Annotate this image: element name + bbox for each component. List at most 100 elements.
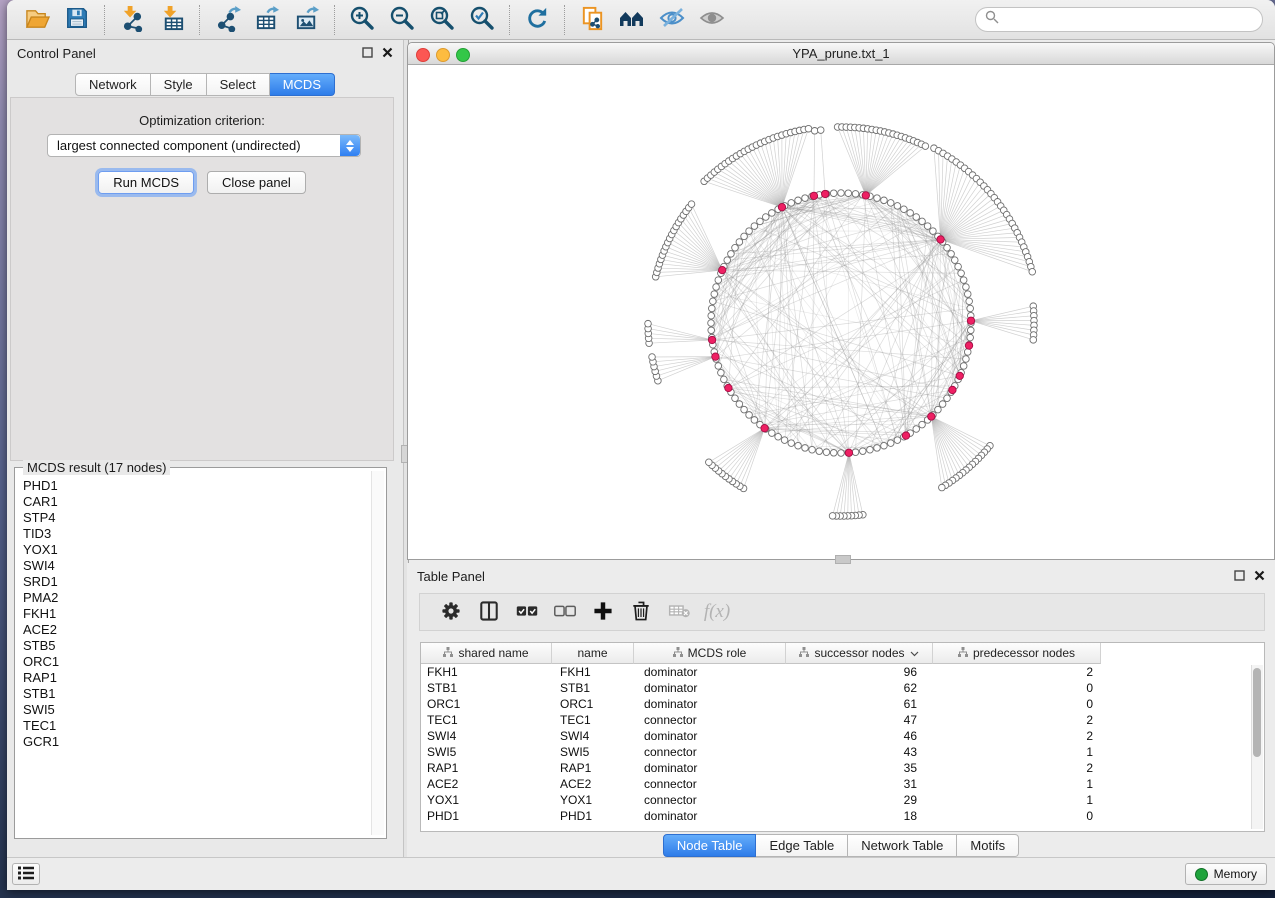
table-cell[interactable]: ORC1 <box>421 696 552 712</box>
graph-node[interactable] <box>805 125 812 132</box>
zoom-selected-button[interactable] <box>462 3 502 37</box>
graph-node[interactable] <box>721 376 728 383</box>
graph-node[interactable] <box>817 127 824 134</box>
table-cell[interactable]: dominator <box>634 728 786 744</box>
column-header-shared-name[interactable]: shared name <box>421 643 552 664</box>
graph-node[interactable] <box>795 442 802 449</box>
graph-node[interactable] <box>732 244 739 251</box>
column-header-name[interactable]: name <box>552 643 634 664</box>
graph-node[interactable] <box>867 446 874 453</box>
graph-node[interactable] <box>852 191 859 198</box>
graph-node[interactable] <box>829 513 836 520</box>
table-cell[interactable]: connector <box>634 776 786 792</box>
table-cell[interactable]: 35 <box>786 760 933 776</box>
zoom-in-button[interactable] <box>342 3 382 37</box>
graph-node[interactable] <box>688 201 695 208</box>
table-cell[interactable]: STB1 <box>421 680 552 696</box>
mcds-hub-node[interactable] <box>862 192 869 199</box>
close-panel-button[interactable]: Close panel <box>207 171 306 194</box>
export-network-button[interactable] <box>207 3 247 37</box>
delete-table-button[interactable] <box>660 596 698 628</box>
graph-node[interactable] <box>802 195 809 202</box>
tab-select[interactable]: Select <box>207 73 270 96</box>
network-canvas[interactable] <box>408 64 1274 559</box>
table-cell[interactable]: RAP1 <box>552 760 634 776</box>
tab-node-table[interactable]: Node Table <box>663 834 757 857</box>
mcds-hub-node[interactable] <box>725 384 732 391</box>
graph-node[interactable] <box>939 401 946 408</box>
graph-node[interactable] <box>967 305 974 312</box>
table-cell[interactable]: 96 <box>786 664 933 680</box>
tab-style[interactable]: Style <box>151 73 207 96</box>
delete-column-button[interactable] <box>622 596 660 628</box>
graph-node[interactable] <box>964 291 971 298</box>
graph-node[interactable] <box>709 305 716 312</box>
table-cell[interactable]: SWI5 <box>552 744 634 760</box>
graph-node[interactable] <box>788 200 795 207</box>
mcds-result-item[interactable]: YOX1 <box>23 542 371 558</box>
graph-node[interactable] <box>741 406 748 413</box>
graph-node[interactable] <box>964 349 971 356</box>
memory-button[interactable]: Memory <box>1185 863 1267 885</box>
optimization-criterion-select[interactable]: largest connected component (undirected) <box>47 134 361 157</box>
mcds-result-item[interactable]: SRD1 <box>23 574 371 590</box>
mcds-result-item[interactable]: ACE2 <box>23 622 371 638</box>
search-input[interactable] <box>1005 11 1262 28</box>
column-header-predecessor-nodes[interactable]: predecessor nodes <box>933 643 1101 664</box>
column-layout-button[interactable] <box>470 596 508 628</box>
table-cell[interactable]: dominator <box>634 760 786 776</box>
table-row[interactable]: RAP1RAP1dominator352 <box>421 760 1264 776</box>
graph-node[interactable] <box>1029 268 1036 275</box>
graph-node[interactable] <box>649 354 656 361</box>
mcds-result-item[interactable]: PHD1 <box>23 478 371 494</box>
table-cell[interactable]: dominator <box>634 680 786 696</box>
graph-node[interactable] <box>711 291 718 298</box>
graph-node[interactable] <box>795 197 802 204</box>
graph-node[interactable] <box>845 190 852 197</box>
zoom-fit-button[interactable] <box>422 3 462 37</box>
graph-node[interactable] <box>922 143 929 150</box>
table-cell[interactable]: 46 <box>786 728 933 744</box>
graph-node[interactable] <box>706 459 713 466</box>
mcds-result-item[interactable]: RAP1 <box>23 670 371 686</box>
graph-node[interactable] <box>769 210 776 217</box>
table-row[interactable]: SWI5SWI5connector431 <box>421 744 1264 760</box>
table-cell[interactable]: 43 <box>786 744 933 760</box>
graph-node[interactable] <box>802 445 809 452</box>
graph-node[interactable] <box>944 395 951 402</box>
graph-node[interactable] <box>708 320 715 327</box>
table-scrollbar-thumb[interactable] <box>1253 668 1261 757</box>
show-all-button[interactable] <box>692 3 732 37</box>
table-cell[interactable]: RAP1 <box>421 760 552 776</box>
graph-node[interactable] <box>944 244 951 251</box>
mcds-hub-node[interactable] <box>845 449 852 456</box>
graph-node[interactable] <box>811 127 818 134</box>
graph-node[interactable] <box>881 442 888 449</box>
table-cell[interactable]: TEC1 <box>421 712 552 728</box>
mcds-result-item[interactable]: STP4 <box>23 510 371 526</box>
table-cell[interactable]: 0 <box>933 680 1101 696</box>
mcds-result-item[interactable]: GCR1 <box>23 734 371 750</box>
graph-node[interactable] <box>913 426 920 433</box>
graph-node[interactable] <box>762 214 769 221</box>
result-list-scrollbar[interactable] <box>371 471 384 835</box>
table-cell[interactable]: 2 <box>933 728 1101 744</box>
graph-node[interactable] <box>859 448 866 455</box>
function-builder-button[interactable]: f(x) <box>698 596 736 628</box>
graph-node[interactable] <box>710 298 717 305</box>
graph-node[interactable] <box>775 433 782 440</box>
graph-node[interactable] <box>887 200 894 207</box>
graph-node[interactable] <box>924 223 931 230</box>
graph-node[interactable] <box>894 203 901 210</box>
mcds-hub-node[interactable] <box>965 342 972 349</box>
table-row[interactable]: YOX1YOX1connector291 <box>421 792 1264 808</box>
mcds-result-item[interactable]: ORC1 <box>23 654 371 670</box>
graph-node[interactable] <box>645 320 652 327</box>
graph-node[interactable] <box>788 440 795 447</box>
graph-node[interactable] <box>708 327 715 334</box>
graph-node[interactable] <box>715 277 722 284</box>
table-cell[interactable]: FKH1 <box>421 664 552 680</box>
table-cell[interactable]: 47 <box>786 712 933 728</box>
export-table-button[interactable] <box>247 3 287 37</box>
deselect-all-button[interactable] <box>546 596 584 628</box>
